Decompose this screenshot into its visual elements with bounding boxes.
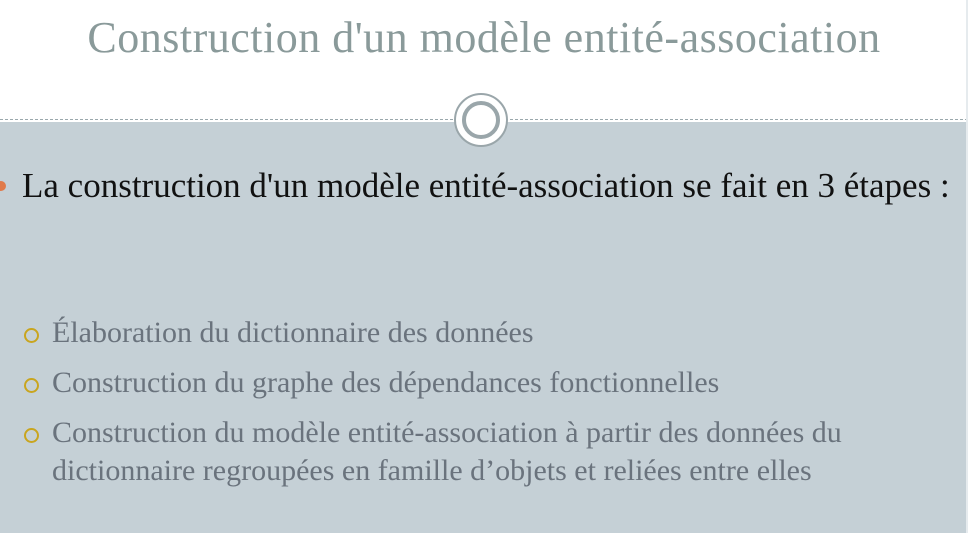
main-bullet-text: La construction d'un modèle entité-assoc… <box>22 166 950 205</box>
list-item: Élaboration du dictionnaire des données <box>22 314 952 352</box>
list-item: Construction du graphe des dépendances f… <box>22 364 952 402</box>
sub-bullet-text: Construction du modèle entité-associatio… <box>52 416 842 487</box>
ring-bullet-icon <box>24 378 39 393</box>
ring-bullet-icon <box>24 428 39 443</box>
sub-bullet-text: Construction du graphe des dépendances f… <box>52 366 720 399</box>
ring-bullet-icon <box>24 328 39 343</box>
slide: Construction d'un modèle entité-associat… <box>0 0 968 533</box>
sub-bullet-list: Élaboration du dictionnaire des données … <box>22 314 952 490</box>
inner-circle <box>462 101 500 139</box>
double-circle-icon <box>454 93 508 147</box>
sub-bullet-text: Élaboration du dictionnaire des données <box>52 316 534 349</box>
slide-title: Construction d'un modèle entité-associat… <box>87 13 881 62</box>
list-item: Construction du modèle entité-associatio… <box>22 414 952 490</box>
